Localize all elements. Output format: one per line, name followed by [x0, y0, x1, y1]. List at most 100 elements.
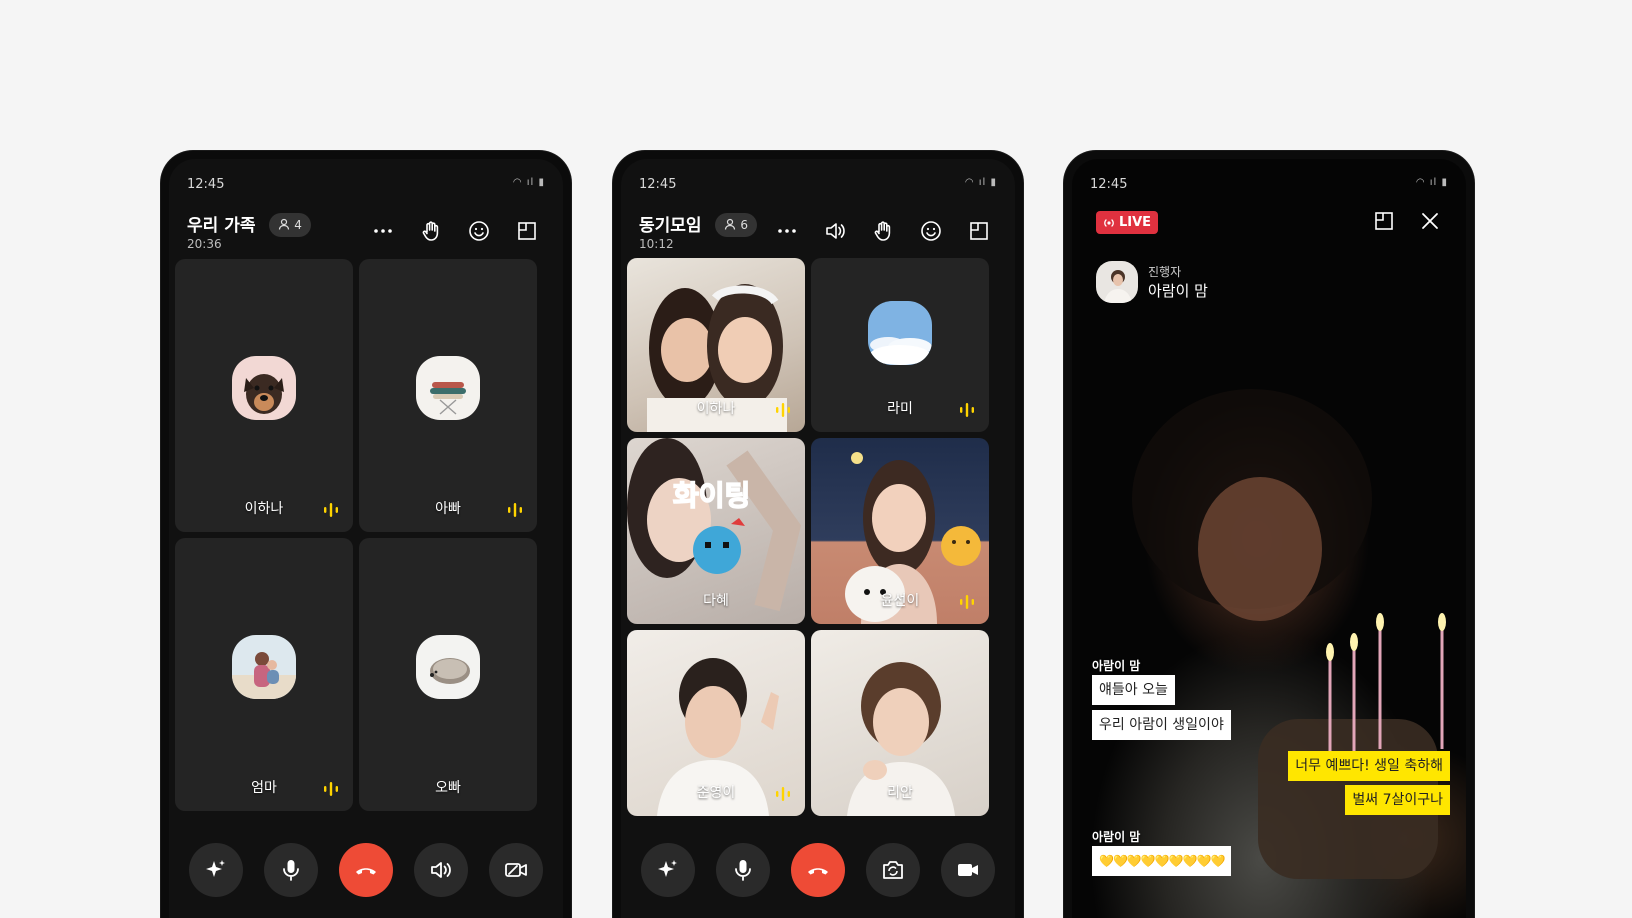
layout-icon[interactable]	[955, 215, 1003, 247]
live-badge: LIVE	[1096, 211, 1159, 234]
ai-sparkle-button[interactable]	[189, 843, 244, 897]
live-header-actions	[1366, 205, 1448, 237]
avatar	[416, 355, 480, 420]
participant-name: 다혜	[703, 593, 729, 609]
call-controls	[621, 822, 1015, 918]
sticker-text: 화이팅	[672, 478, 751, 513]
video-button[interactable]	[940, 843, 995, 897]
end-call-icon	[355, 868, 376, 875]
speaking-indicator-icon	[324, 782, 338, 796]
speaker-button[interactable]	[413, 843, 468, 897]
participant-tile[interactable]: 준영이	[627, 630, 805, 816]
more-icon[interactable]	[763, 215, 811, 247]
speaker-icon	[430, 862, 451, 878]
chat-sender: 아람이 맘	[1092, 659, 1141, 673]
status-bar: 12:45 ◠ ıl ▮	[639, 177, 997, 193]
participant-count-badge[interactable]: 6	[715, 213, 757, 237]
participant-tile[interactable]: 이하나	[175, 259, 353, 532]
ai-sparkle-icon	[206, 860, 226, 877]
host-text: 진행자 아람이 맘	[1148, 263, 1208, 301]
participant-count: 6	[740, 218, 748, 232]
raise-hand-icon[interactable]	[859, 215, 907, 247]
call-title: 우리 가족	[187, 216, 256, 236]
status-time: 12:45	[639, 177, 677, 192]
call-title-row: 우리 가족 4	[187, 211, 311, 237]
microphone-button[interactable]	[264, 843, 319, 897]
participant-tile[interactable]: 윤선이	[811, 438, 989, 624]
status-time: 12:45	[187, 177, 225, 192]
avatar	[416, 634, 480, 699]
chat-message: 💛💛💛💛💛💛💛💛💛	[1092, 846, 1232, 876]
phone-live-broadcast: 12:45 ◠ ıl ▮ LIVE 진행자 아람이 맘 아람이 맘 얘들아 오늘…	[1064, 151, 1474, 918]
end-call-icon	[807, 868, 828, 875]
speaking-indicator-icon	[776, 787, 790, 801]
header-actions	[763, 215, 1003, 247]
participant-count-badge[interactable]: 4	[269, 213, 311, 237]
close-icon[interactable]	[1412, 205, 1448, 237]
call-screen: 12:45 ◠ ıl ▮ 동기모임 6 10:12 이하나 라미 화이팅 다혜 …	[621, 159, 1015, 918]
microphone-icon	[283, 860, 300, 881]
ai-sparkle-icon	[658, 860, 678, 877]
video-off-button[interactable]	[488, 843, 543, 897]
chat-message: 얘들아 오늘	[1092, 675, 1175, 705]
participant-tile[interactable]: 리안	[811, 630, 989, 816]
video-icon	[957, 864, 978, 876]
person-icon	[725, 218, 736, 230]
participant-tile[interactable]: 라미	[811, 258, 989, 432]
status-bar: 12:45 ◠ ıl ▮	[1090, 177, 1448, 193]
more-icon[interactable]	[359, 215, 407, 247]
live-label: LIVE	[1119, 215, 1152, 230]
speaking-indicator-icon	[960, 595, 974, 609]
avatar	[868, 301, 932, 365]
chat-reply: 벌써 7살이구나	[1345, 785, 1450, 815]
participant-name: 오빠	[435, 780, 461, 796]
avatar	[232, 634, 296, 699]
person-icon	[279, 218, 290, 230]
layout-icon[interactable]	[1366, 205, 1402, 237]
ai-sparkle-button[interactable]	[641, 843, 696, 897]
phone-family-call: 12:45 ◠ ıl ▮ 우리 가족 4 20:36 이하나 아빠 엄마 오빠	[161, 151, 571, 918]
microphone-icon	[735, 860, 752, 881]
participant-tile[interactable]: 오빠	[359, 538, 537, 811]
call-title-row: 동기모임 6	[639, 211, 757, 237]
speaking-indicator-icon	[508, 503, 522, 517]
status-time: 12:45	[1090, 177, 1128, 192]
system-icons: ◠ ıl ▮	[964, 177, 997, 188]
speaking-indicator-icon	[776, 403, 790, 417]
microphone-button[interactable]	[716, 843, 771, 897]
avatar	[232, 355, 296, 420]
host-info: 진행자 아람이 맘	[1096, 261, 1208, 303]
call-screen: 12:45 ◠ ıl ▮ 우리 가족 4 20:36 이하나 아빠 엄마 오빠	[169, 159, 563, 918]
participant-tile[interactable]: 화이팅 다혜	[627, 438, 805, 624]
end-call-button[interactable]	[790, 843, 845, 897]
system-icons: ◠ ıl ▮	[512, 177, 545, 188]
call-duration: 20:36	[187, 237, 222, 251]
participant-tile[interactable]: 아빠	[359, 259, 537, 532]
participant-tile[interactable]: 이하나	[627, 258, 805, 432]
camera-switch-button[interactable]	[865, 843, 920, 897]
speaker-icon[interactable]	[811, 215, 859, 247]
status-bar: 12:45 ◠ ıl ▮	[187, 177, 545, 193]
call-title: 동기모임	[639, 216, 702, 236]
end-call-button[interactable]	[338, 843, 393, 897]
participant-name: 리안	[887, 785, 913, 801]
emoji-icon[interactable]	[907, 215, 955, 247]
header-actions	[359, 215, 551, 247]
call-duration: 10:12	[639, 237, 674, 251]
live-screen: 12:45 ◠ ıl ▮ LIVE 진행자 아람이 맘 아람이 맘 얘들아 오늘…	[1072, 159, 1466, 918]
host-avatar	[1096, 261, 1138, 303]
video-off-icon	[504, 863, 527, 877]
chat-message: 우리 아람이 생일이야	[1092, 710, 1231, 740]
emoji-icon[interactable]	[455, 215, 503, 247]
system-icons: ◠ ıl ▮	[1415, 177, 1448, 188]
host-name: 아람이 맘	[1148, 282, 1208, 300]
camera-switch-icon	[882, 861, 903, 879]
participant-count: 4	[294, 218, 302, 232]
call-controls	[169, 822, 563, 918]
layout-icon[interactable]	[503, 215, 551, 247]
phone-group-call: 12:45 ◠ ıl ▮ 동기모임 6 10:12 이하나 라미 화이팅 다혜 …	[613, 151, 1023, 918]
raise-hand-icon[interactable]	[407, 215, 455, 247]
speaking-indicator-icon	[324, 503, 338, 517]
speaking-indicator-icon	[960, 403, 974, 417]
participant-tile[interactable]: 엄마	[175, 538, 353, 811]
